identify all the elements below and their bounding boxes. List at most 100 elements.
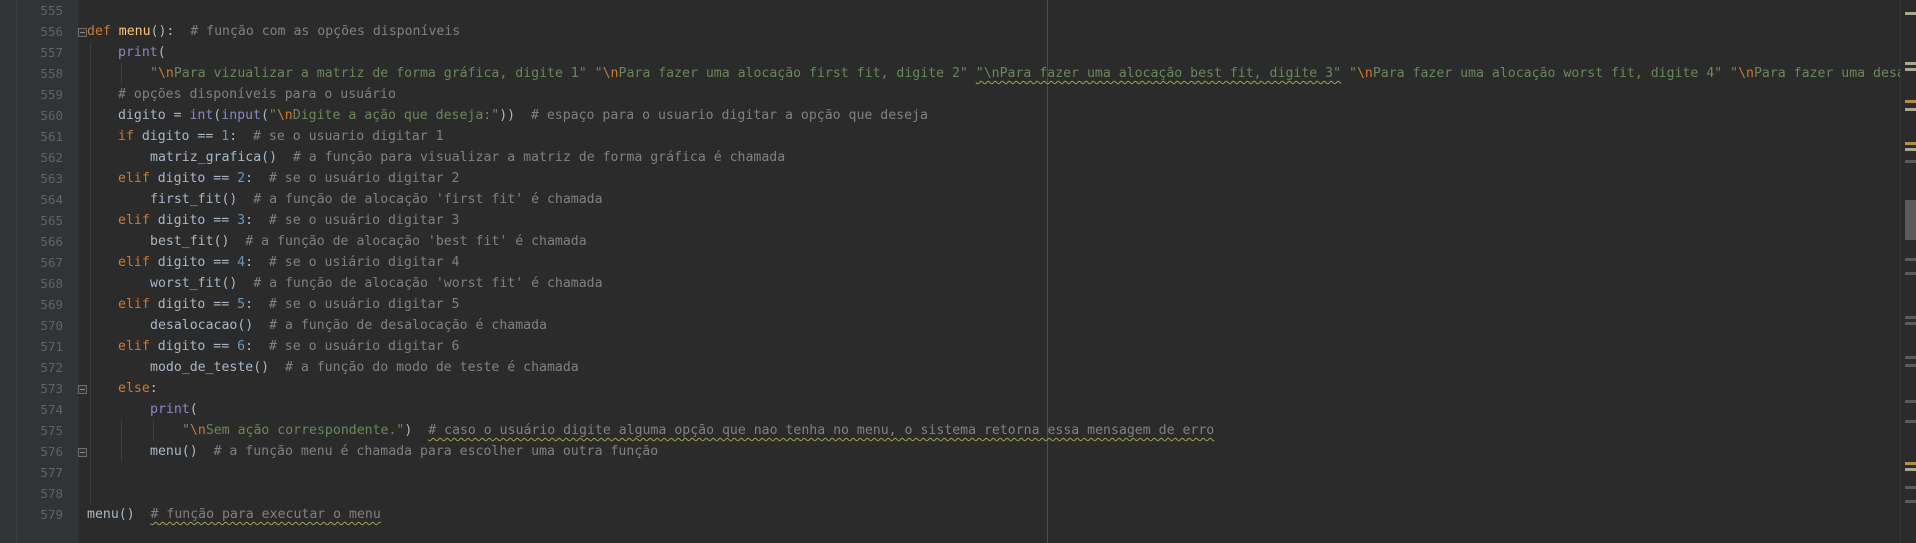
code-line: digito = int(input("\nDigite a ação que … bbox=[118, 105, 928, 126]
token: 5 bbox=[237, 297, 246, 312]
code-line: if digito == 1: # se o usuario digitar 1 bbox=[118, 126, 444, 147]
indent-guide bbox=[121, 63, 122, 84]
token: digito == bbox=[149, 213, 238, 228]
token: elif bbox=[118, 213, 150, 228]
line-number: 571 bbox=[40, 339, 63, 354]
error-stripe-mark[interactable] bbox=[1905, 160, 1916, 163]
fold-marker-icon[interactable] bbox=[78, 28, 87, 37]
token: Digite a ação que deseja:" bbox=[292, 108, 500, 123]
code-area[interactable]: def menu(): # função com as opções dispo… bbox=[87, 0, 1905, 543]
error-stripe-mark[interactable] bbox=[1905, 68, 1916, 71]
comment: # se o usuário digitar 6 bbox=[253, 339, 460, 354]
line-number: 564 bbox=[40, 192, 63, 207]
token: "\nPara fazer uma alocação best fit, dig… bbox=[975, 66, 1342, 81]
token: digito == bbox=[133, 129, 222, 144]
error-stripe-mark[interactable] bbox=[1905, 258, 1916, 261]
comment: # função para executar o menu bbox=[150, 507, 381, 522]
error-stripe-mark[interactable] bbox=[1905, 364, 1916, 367]
code-line: "\nSem ação correspondente.") # caso o u… bbox=[182, 420, 1214, 441]
line-number: 558 bbox=[40, 66, 63, 81]
line-number: 556 bbox=[40, 24, 63, 39]
error-stripe-mark[interactable] bbox=[1905, 12, 1916, 15]
line-number: 561 bbox=[40, 129, 63, 144]
error-stripe-mark[interactable] bbox=[1905, 356, 1916, 359]
code-line: elif digito == 3: # se o usuário digitar… bbox=[118, 210, 459, 231]
token: elif bbox=[118, 339, 150, 354]
line-number: 570 bbox=[40, 318, 63, 333]
line-number: 575 bbox=[40, 423, 63, 438]
token: " bbox=[182, 423, 190, 438]
comment: # a função de alocação 'first fit' é cha… bbox=[237, 192, 603, 207]
fold-marker-icon[interactable] bbox=[78, 385, 87, 394]
error-stripe-mark[interactable] bbox=[1905, 500, 1916, 503]
code-line: def menu(): # função com as opções dispo… bbox=[87, 21, 460, 42]
line-number: 566 bbox=[40, 234, 63, 249]
token: digito == bbox=[149, 171, 238, 186]
line-number-gutter[interactable]: 555 556 557 558 559 560 561 562 563 564 … bbox=[17, 0, 78, 543]
vertical-scrollbar[interactable] bbox=[1900, 0, 1916, 543]
code-line: "\nPara vizualizar a matriz de forma grá… bbox=[150, 63, 1905, 84]
token: elif bbox=[118, 171, 150, 186]
code-line: matriz_grafica() # a função para visuali… bbox=[150, 147, 785, 168]
error-stripe-mark[interactable] bbox=[1905, 486, 1916, 489]
error-stripe-mark[interactable] bbox=[1905, 62, 1916, 65]
code-editor[interactable]: 555 556 557 558 559 560 561 562 563 564 … bbox=[0, 0, 1916, 543]
code-line: best_fit() # a função de alocação 'best … bbox=[150, 231, 587, 252]
line-number: 567 bbox=[40, 255, 63, 270]
comment: # opções disponíveis para o usuário bbox=[118, 87, 396, 102]
line-number: 560 bbox=[40, 108, 63, 123]
code-line: elif digito == 6: # se o usuário digitar… bbox=[118, 336, 459, 357]
line-number: 577 bbox=[40, 465, 63, 480]
comment: # se o usuário digitar 5 bbox=[253, 297, 460, 312]
token: " bbox=[268, 108, 277, 123]
comment: # caso o usuário digite alguma opção que… bbox=[428, 423, 1215, 438]
token: print bbox=[150, 402, 190, 417]
comment: # a função de alocação 'best fit' é cham… bbox=[229, 234, 587, 249]
code-line: first_fit() # a função de alocação 'firs… bbox=[150, 189, 603, 210]
token: \n bbox=[602, 66, 619, 81]
error-stripe-mark[interactable] bbox=[1905, 148, 1916, 151]
error-stripe-mark[interactable] bbox=[1905, 200, 1916, 240]
token: digito == bbox=[149, 339, 238, 354]
token: " bbox=[1730, 66, 1739, 81]
token: digito == bbox=[149, 255, 238, 270]
error-stripe-mark[interactable] bbox=[1905, 468, 1916, 471]
error-stripe-mark[interactable] bbox=[1905, 272, 1916, 275]
token: : bbox=[245, 297, 254, 312]
token: menu bbox=[118, 24, 151, 39]
line-number: 559 bbox=[40, 87, 63, 102]
token: \n bbox=[276, 108, 293, 123]
token: elif bbox=[118, 255, 150, 270]
indent-guide bbox=[121, 420, 122, 462]
token: Para fazer uma alocação first fit, digit… bbox=[618, 66, 968, 81]
token: " bbox=[1348, 66, 1357, 81]
line-number: 574 bbox=[40, 402, 63, 417]
token: if bbox=[118, 129, 134, 144]
code-line: menu() # função para executar o menu bbox=[87, 504, 381, 525]
error-stripe-mark[interactable] bbox=[1905, 108, 1916, 111]
token: \n bbox=[1738, 66, 1754, 81]
error-stripe-mark[interactable] bbox=[1905, 400, 1916, 403]
token: \n bbox=[189, 423, 206, 438]
error-stripe-mark[interactable] bbox=[1905, 322, 1916, 325]
line-number: 572 bbox=[40, 360, 63, 375]
error-stripe-mark[interactable] bbox=[1905, 462, 1916, 465]
token: 3 bbox=[237, 213, 246, 228]
token: : bbox=[245, 255, 254, 270]
token: : bbox=[149, 381, 158, 396]
error-stripe-mark[interactable] bbox=[1905, 316, 1916, 319]
comment: # espaço para o usuario digitar a opção … bbox=[515, 108, 928, 123]
token: ( bbox=[157, 45, 166, 60]
error-stripe-mark[interactable] bbox=[1905, 142, 1916, 145]
token: desalocacao() bbox=[150, 318, 254, 333]
token: best_fit() bbox=[150, 234, 230, 249]
error-stripe-mark[interactable] bbox=[1905, 420, 1916, 423]
code-line: desalocacao() # a função de desalocação … bbox=[150, 315, 547, 336]
token: int bbox=[189, 108, 214, 123]
fold-marker-icon[interactable] bbox=[78, 448, 87, 457]
comment: # a função para visualizar a matriz de f… bbox=[277, 150, 786, 165]
error-stripe-mark[interactable] bbox=[1905, 100, 1916, 103]
